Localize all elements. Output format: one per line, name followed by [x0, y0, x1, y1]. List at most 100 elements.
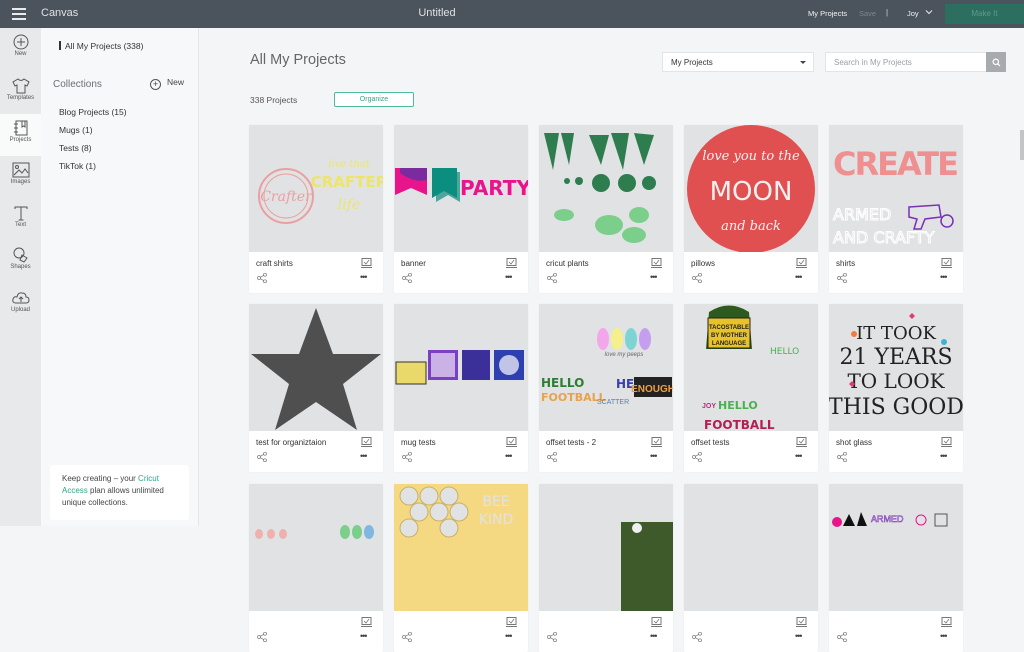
share-icon[interactable] [547, 632, 557, 642]
more-options-icon[interactable]: ••• [940, 273, 948, 282]
all-projects-link[interactable]: All My Projects (338) [59, 41, 143, 51]
collection-item[interactable]: Blog Projects (15) [59, 107, 127, 117]
more-options-icon[interactable]: ••• [505, 452, 513, 461]
svg-text:MOON: MOON [710, 177, 793, 207]
project-thumbnail[interactable]: TACOSTABLE BY MOTHER LANGUAGE HELLO HELLO JOY… [684, 304, 818, 431]
project-card[interactable]: MOON love you to the and back pillows ••• [684, 125, 818, 293]
share-icon[interactable] [402, 632, 412, 642]
select-checkbox-icon[interactable] [651, 437, 662, 447]
more-options-icon[interactable]: ••• [360, 632, 368, 641]
nav-images[interactable]: Images [0, 156, 41, 198]
select-checkbox-icon[interactable] [796, 617, 807, 627]
select-checkbox-icon[interactable] [361, 258, 372, 268]
project-thumbnail[interactable] [249, 484, 383, 611]
select-checkbox-icon[interactable] [506, 258, 517, 268]
project-card[interactable]: IT TOOK 21 YEARS TO LOOK THIS GOOD shot glas… [829, 304, 963, 472]
select-checkbox-icon[interactable] [941, 617, 952, 627]
project-card[interactable]: Crafter live that CRAFTER life craft shirts •… [249, 125, 383, 293]
project-thumbnail[interactable]: BEE KIND [394, 484, 528, 611]
project-card[interactable]: mug tests ••• [394, 304, 528, 472]
share-icon[interactable] [257, 452, 267, 462]
more-options-icon[interactable]: ••• [360, 273, 368, 282]
share-icon[interactable] [692, 452, 702, 462]
select-checkbox-icon[interactable] [361, 617, 372, 627]
project-card[interactable]: PARTY banner ••• [394, 125, 528, 293]
project-card[interactable]: test for organiztaion ••• [249, 304, 383, 472]
project-card[interactable]: love my peeps HELLO FOOTBALL HEL ENOUGH SCATT… [539, 304, 673, 472]
project-card[interactable]: TACOSTABLE BY MOTHER LANGUAGE HELLO HELLO JOY… [684, 304, 818, 472]
project-thumbnail[interactable]: MOON love you to the and back [684, 125, 818, 252]
share-icon[interactable] [402, 273, 412, 283]
chevron-down-icon[interactable] [925, 8, 933, 16]
scrollbar[interactable] [1020, 130, 1024, 160]
share-icon[interactable] [547, 452, 557, 462]
project-card[interactable]: ARMED ••• [829, 484, 963, 652]
more-options-icon[interactable]: ••• [795, 273, 803, 282]
nav-text[interactable]: Text [0, 199, 41, 241]
collection-item[interactable]: TikTok (1) [59, 161, 96, 171]
project-filter-select[interactable]: My Projects [662, 52, 814, 72]
more-options-icon[interactable]: ••• [505, 632, 513, 641]
search-input[interactable] [825, 52, 987, 72]
project-thumbnail[interactable]: PARTY [394, 125, 528, 252]
project-thumbnail[interactable]: love my peeps HELLO FOOTBALL HEL ENOUGH SCATT… [539, 304, 673, 431]
select-checkbox-icon[interactable] [506, 617, 517, 627]
more-options-icon[interactable]: ••• [940, 452, 948, 461]
more-options-icon[interactable]: ••• [795, 632, 803, 641]
more-options-icon[interactable]: ••• [650, 273, 658, 282]
search-button[interactable] [986, 52, 1006, 72]
project-thumbnail[interactable]: CREATE ARMED AND CRAFTY [829, 125, 963, 252]
collection-item[interactable]: Tests (8) [59, 143, 92, 153]
more-options-icon[interactable]: ••• [650, 452, 658, 461]
make-it-button[interactable]: Make It [945, 4, 1024, 24]
save-button[interactable]: Save [859, 9, 876, 18]
select-checkbox-icon[interactable] [506, 437, 517, 447]
my-projects-link[interactable]: My Projects [808, 9, 847, 18]
project-thumbnail[interactable]: Crafter live that CRAFTER life [249, 125, 383, 252]
nav-upload[interactable]: Upload [0, 284, 41, 326]
project-card[interactable]: ••• [684, 484, 818, 652]
project-card[interactable]: CREATE ARMED AND CRAFTY shirts ••• [829, 125, 963, 293]
more-options-icon[interactable]: ••• [360, 452, 368, 461]
select-checkbox-icon[interactable] [796, 258, 807, 268]
select-checkbox-icon[interactable] [941, 258, 952, 268]
project-thumbnail[interactable] [539, 484, 673, 611]
nav-new[interactable]: New [0, 28, 41, 70]
project-card[interactable]: BEE KIND ••• [394, 484, 528, 652]
select-checkbox-icon[interactable] [361, 437, 372, 447]
share-icon[interactable] [257, 273, 267, 283]
share-icon[interactable] [837, 273, 847, 283]
share-icon[interactable] [692, 273, 702, 283]
project-thumbnail[interactable] [539, 125, 673, 252]
project-name: shirts [836, 259, 856, 268]
select-checkbox-icon[interactable] [651, 617, 662, 627]
share-icon[interactable] [402, 452, 412, 462]
more-options-icon[interactable]: ••• [795, 452, 803, 461]
share-icon[interactable] [692, 632, 702, 642]
organize-button[interactable]: Organize [334, 92, 414, 107]
share-icon[interactable] [837, 632, 847, 642]
share-icon[interactable] [547, 273, 557, 283]
project-card[interactable]: ••• [249, 484, 383, 652]
share-icon[interactable] [257, 632, 267, 642]
select-checkbox-icon[interactable] [941, 437, 952, 447]
user-menu[interactable]: Joy [907, 9, 919, 18]
collection-item[interactable]: Mugs (1) [59, 125, 93, 135]
project-thumbnail[interactable] [684, 484, 818, 611]
select-checkbox-icon[interactable] [796, 437, 807, 447]
nav-shapes[interactable]: Shapes [0, 241, 41, 283]
project-thumbnail[interactable] [394, 304, 528, 431]
nav-templates[interactable]: Templates [0, 72, 41, 114]
select-checkbox-icon[interactable] [651, 258, 662, 268]
project-thumbnail[interactable]: ARMED [829, 484, 963, 611]
more-options-icon[interactable]: ••• [505, 273, 513, 282]
more-options-icon[interactable]: ••• [940, 632, 948, 641]
project-card[interactable]: ••• [539, 484, 673, 652]
share-icon[interactable] [837, 452, 847, 462]
new-collection-button[interactable]: + New [150, 77, 184, 90]
more-options-icon[interactable]: ••• [650, 632, 658, 641]
project-thumbnail[interactable]: IT TOOK 21 YEARS TO LOOK THIS GOOD [829, 304, 963, 431]
project-card[interactable]: cricut plants ••• [539, 125, 673, 293]
project-thumbnail[interactable] [249, 304, 383, 431]
nav-projects[interactable]: Projects [0, 114, 41, 156]
